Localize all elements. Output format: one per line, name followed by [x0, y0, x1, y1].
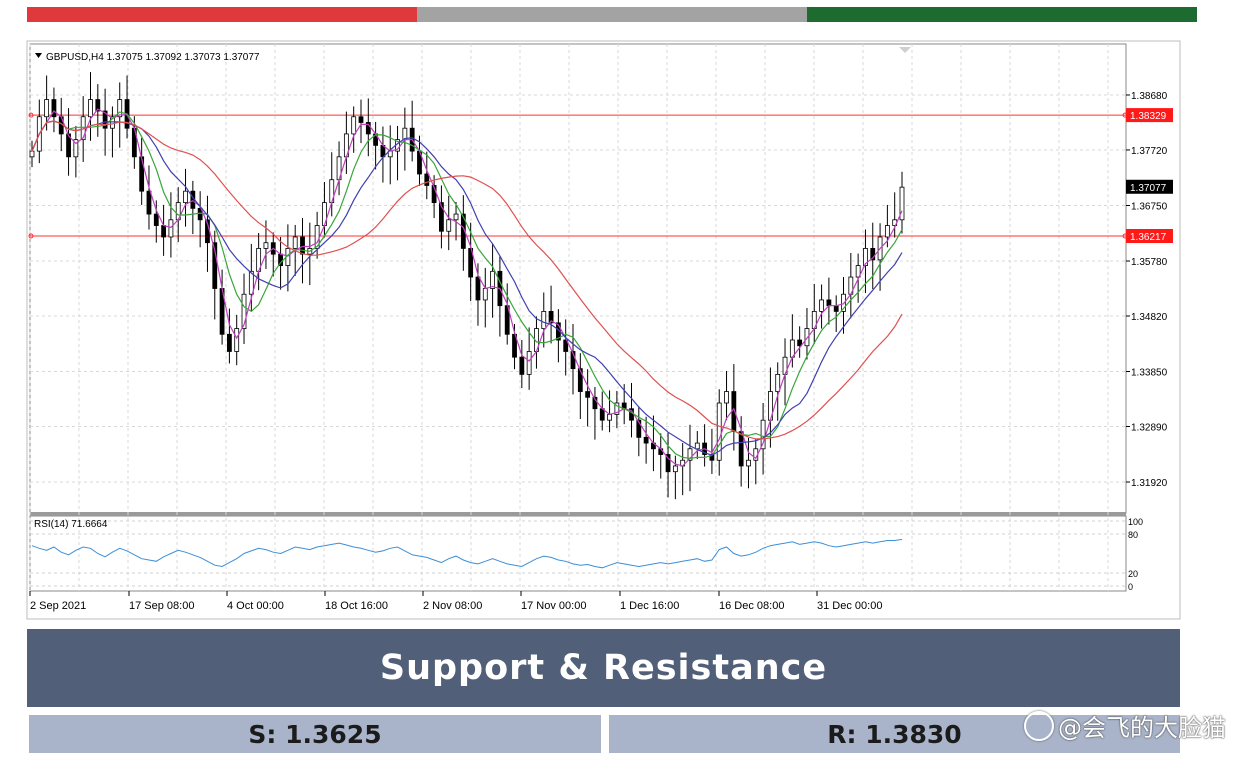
y-tick-label: 1.33850 [1131, 368, 1168, 379]
candle-body [607, 414, 612, 421]
candle-body [475, 276, 481, 301]
x-tick-label: 1 Dec 16:00 [620, 600, 679, 612]
x-tick-label: 4 Oct 00:00 [227, 600, 284, 612]
candle-body [446, 219, 452, 232]
candle-body [153, 213, 159, 226]
candle-body [833, 305, 839, 312]
y-tick-label: 1.36750 [1131, 201, 1168, 212]
candle-body [884, 225, 890, 238]
candle-body [88, 99, 93, 118]
candle-body [746, 459, 751, 467]
rsi-level-label: 0 [1128, 582, 1133, 592]
x-tick-label: 2 Nov 08:00 [423, 600, 482, 612]
candle-body [358, 116, 364, 123]
candle-body [585, 391, 591, 398]
chart-title: GBPUSD,H4 1.37075 1.37092 1.37073 1.3707… [46, 52, 260, 63]
candle-body [168, 219, 174, 238]
candle-body [526, 351, 532, 375]
watermark-text: @会飞的大脸猫 [1058, 714, 1226, 742]
x-tick-label: 18 Oct 16:00 [325, 600, 388, 612]
candle-body [117, 99, 123, 118]
candle-body [643, 436, 649, 444]
y-tick-label: 1.37720 [1131, 146, 1168, 157]
candle-body [44, 99, 50, 118]
candle-body [775, 373, 781, 392]
candle-body [300, 236, 305, 255]
candle-body [541, 310, 547, 329]
y-tick-label: 1.32890 [1131, 422, 1168, 433]
y-tick-label: 1.35780 [1131, 257, 1168, 268]
y-tick-label: 1.38680 [1131, 91, 1168, 102]
candle-body [351, 116, 357, 135]
candle-body [738, 431, 744, 467]
chart-frame [26, 40, 1181, 620]
x-tick-label: 17 Sep 08:00 [129, 600, 194, 612]
candle-body [819, 299, 824, 312]
pane-separator [30, 512, 1126, 516]
candle-body [292, 236, 298, 249]
candle-body [226, 333, 232, 352]
candle-body [672, 465, 678, 473]
price-label: 1.37077 [1130, 183, 1167, 194]
support-level-box: S: 1.3625 [29, 715, 601, 753]
rsi-level-label: 100 [1128, 517, 1143, 527]
support-resistance-banner: Support & Resistance [27, 629, 1180, 707]
x-tick-label: 31 Dec 00:00 [817, 600, 882, 612]
rsi-level-label: 80 [1128, 530, 1138, 540]
candle-body [482, 288, 488, 301]
candle-body [760, 419, 766, 450]
y-tick-label: 1.34820 [1131, 312, 1168, 323]
candle-body [263, 242, 269, 249]
candle-body [490, 270, 495, 289]
watermark-logo-icon [1024, 710, 1054, 741]
candle-body [424, 173, 430, 186]
x-tick-label: 17 Nov 00:00 [521, 600, 586, 612]
candle-body [161, 225, 166, 238]
candle-body [724, 391, 729, 404]
candle-body [29, 150, 35, 158]
x-tick-label: 2 Sep 2021 [30, 600, 86, 612]
candle-body [519, 356, 525, 375]
candle-body [694, 442, 700, 450]
rsi-level-label: 20 [1128, 569, 1138, 579]
price-label: 1.36217 [1130, 232, 1167, 243]
watermark: @会飞的大脸猫 [1024, 708, 1226, 743]
candle-body [234, 328, 240, 352]
rsi-title: RSI(14) 71.6664 [34, 519, 108, 530]
candle-body [826, 299, 832, 307]
price-label: 1.38329 [1130, 111, 1167, 122]
y-tick-label: 1.31920 [1131, 478, 1168, 489]
candle-body [146, 190, 152, 215]
x-tick-label: 16 Dec 08:00 [719, 600, 784, 612]
candle-body [577, 368, 583, 392]
price-chart: 100 80 20 0 1.38680 1.37720 1.36750 1.35780 1.3… [26, 40, 1181, 620]
candle-body [183, 190, 188, 204]
candle-body [453, 213, 459, 221]
